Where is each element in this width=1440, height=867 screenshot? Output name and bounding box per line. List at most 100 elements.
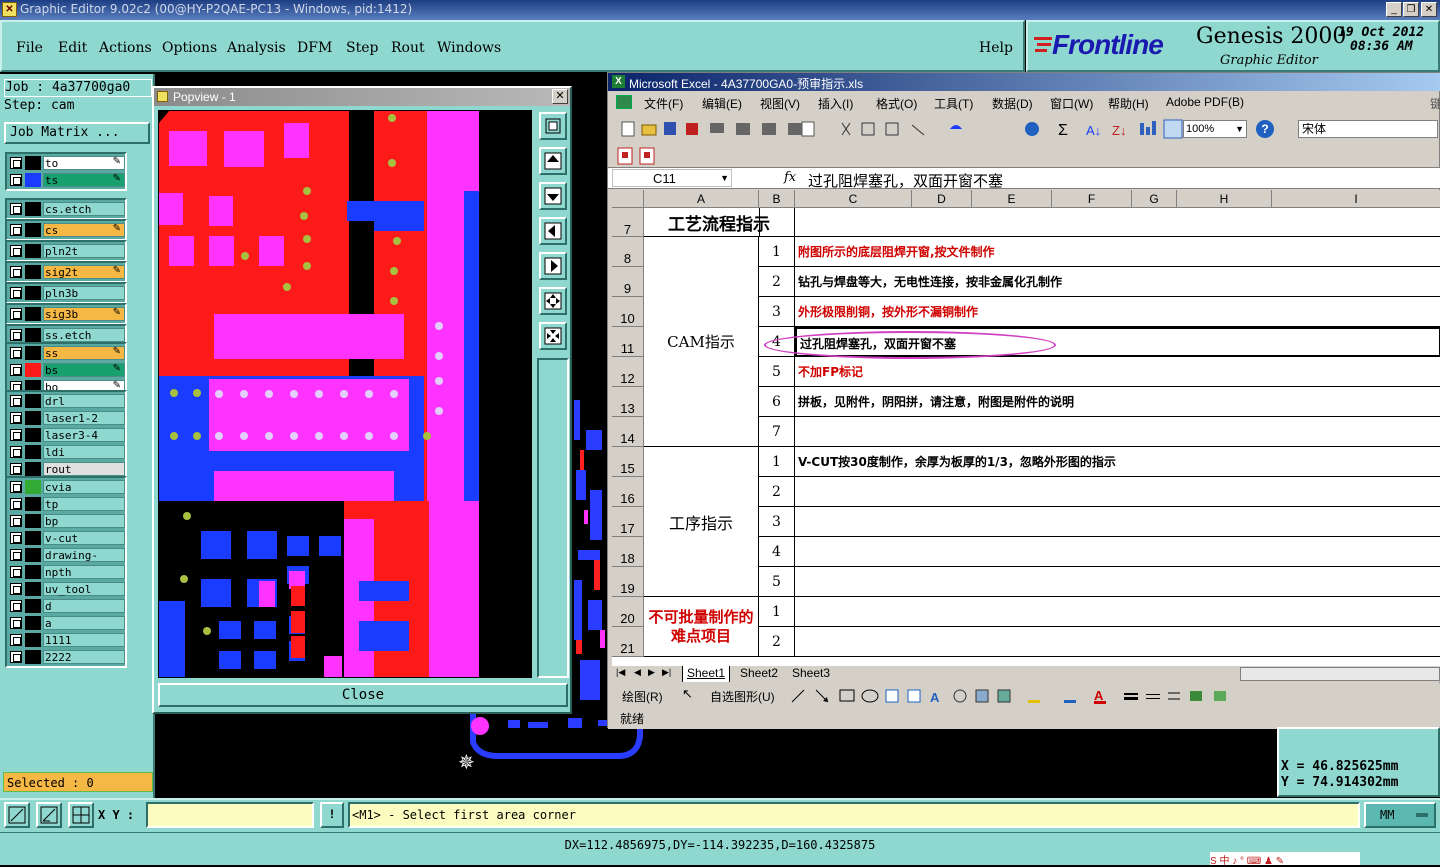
row-header[interactable]: 20 bbox=[612, 597, 644, 627]
layer-checkbox[interactable] bbox=[10, 429, 22, 441]
excel-menu-item[interactable]: 工具(T) bbox=[934, 95, 973, 112]
layer-color-swatch[interactable] bbox=[25, 445, 41, 459]
popview-zoom-out-button[interactable] bbox=[539, 287, 567, 315]
layer-row[interactable]: ss.etch bbox=[7, 327, 125, 343]
layer-color-swatch[interactable] bbox=[25, 223, 41, 237]
layer-row[interactable]: sig2t ✎ bbox=[7, 264, 125, 280]
instruction-cell[interactable] bbox=[795, 567, 1440, 597]
layer-checkbox[interactable] bbox=[10, 583, 22, 595]
excel-menu-item[interactable]: 视图(V) bbox=[760, 95, 800, 112]
column-header[interactable]: D bbox=[912, 190, 972, 208]
layer-row[interactable]: cs ✎ bbox=[7, 222, 125, 238]
instruction-cell[interactable] bbox=[795, 537, 1440, 567]
popview-zoom-in-button[interactable] bbox=[539, 322, 567, 350]
popview-pan-down-button[interactable] bbox=[539, 182, 567, 210]
layer-color-swatch[interactable] bbox=[25, 548, 41, 562]
item-number-cell[interactable]: 5 bbox=[759, 567, 795, 597]
draw-menu-button[interactable]: 绘图(R) bbox=[622, 688, 663, 705]
layer-name[interactable]: laser1-2 bbox=[43, 411, 125, 425]
menu-edit[interactable]: Edit bbox=[58, 40, 87, 56]
excel-zoom-box[interactable]: 100% ▼ bbox=[1183, 120, 1247, 138]
column-header[interactable]: F bbox=[1052, 190, 1132, 208]
instruction-cell[interactable] bbox=[795, 477, 1440, 507]
layer-row[interactable]: v-cut bbox=[7, 530, 125, 546]
layer-name[interactable]: v-cut bbox=[43, 531, 125, 545]
menu-windows[interactable]: Windows bbox=[437, 40, 501, 56]
layer-color-swatch[interactable] bbox=[25, 202, 41, 216]
layer-name[interactable]: rout bbox=[43, 462, 125, 476]
instruction-cell[interactable] bbox=[795, 417, 1440, 447]
layer-row[interactable]: laser1-2 bbox=[7, 410, 125, 426]
sheet-tab-3[interactable]: Sheet3 bbox=[788, 666, 834, 680]
layer-row[interactable]: 2222 bbox=[7, 649, 125, 665]
layer-row[interactable]: ts ✎ bbox=[7, 172, 125, 188]
layer-color-swatch[interactable] bbox=[25, 650, 41, 664]
column-header[interactable]: H bbox=[1177, 190, 1272, 208]
layer-row[interactable]: npth bbox=[7, 564, 125, 580]
help-circle-icon[interactable]: ? bbox=[1256, 120, 1274, 138]
layer-checkbox[interactable] bbox=[10, 498, 22, 510]
layer-name[interactable]: pln3b bbox=[43, 286, 125, 300]
row-header[interactable]: 9 bbox=[612, 267, 644, 297]
job-matrix-button[interactable]: Job Matrix ... bbox=[4, 122, 150, 144]
row-header[interactable]: 16 bbox=[612, 477, 644, 507]
alert-button[interactable]: ! bbox=[320, 802, 344, 828]
layer-color-swatch[interactable] bbox=[25, 265, 41, 279]
layer-name[interactable]: drawing-11.j bbox=[43, 548, 125, 576]
item-number-cell[interactable]: 1 bbox=[759, 447, 795, 477]
layer-checkbox[interactable] bbox=[10, 245, 22, 257]
item-number-cell[interactable]: 6 bbox=[759, 387, 795, 417]
column-header[interactable]: C bbox=[795, 190, 912, 208]
popview-canvas[interactable] bbox=[158, 110, 532, 678]
excel-menu-item[interactable]: 文件(F) bbox=[644, 95, 683, 112]
layer-color-swatch[interactable] bbox=[25, 599, 41, 613]
instruction-cell[interactable] bbox=[759, 208, 1440, 237]
layer-color-swatch[interactable] bbox=[25, 307, 41, 321]
layer-color-swatch[interactable] bbox=[25, 428, 41, 442]
layer-checkbox[interactable] bbox=[10, 481, 22, 493]
menu-analysis[interactable]: Analysis bbox=[227, 40, 286, 56]
layer-checkbox[interactable] bbox=[10, 329, 22, 341]
row-header[interactable]: 8 bbox=[612, 237, 644, 267]
horizontal-scrollbar[interactable] bbox=[1240, 667, 1440, 681]
group-label-process[interactable]: 工艺流程指示 bbox=[644, 208, 795, 237]
layer-name[interactable]: uv_tool bbox=[43, 582, 125, 596]
layer-color-swatch[interactable] bbox=[25, 328, 41, 342]
layer-color-swatch[interactable] bbox=[25, 497, 41, 511]
layer-checkbox[interactable] bbox=[10, 174, 22, 186]
layer-color-swatch[interactable] bbox=[25, 156, 41, 170]
row-header[interactable]: 19 bbox=[612, 567, 644, 597]
layer-checkbox[interactable] bbox=[10, 395, 22, 407]
item-number-cell[interactable]: 2 bbox=[759, 267, 795, 297]
layer-color-swatch[interactable] bbox=[25, 633, 41, 647]
popview-pan-right-button[interactable] bbox=[539, 252, 567, 280]
layer-color-swatch[interactable] bbox=[25, 286, 41, 300]
group-label-difficult[interactable]: 不可批量制作的难点项目 bbox=[644, 597, 759, 657]
layer-checkbox[interactable] bbox=[10, 287, 22, 299]
popview-pan-up-button[interactable] bbox=[539, 147, 567, 175]
layer-checkbox[interactable] bbox=[10, 532, 22, 544]
layer-name[interactable]: cvia bbox=[43, 480, 125, 494]
layer-checkbox[interactable] bbox=[10, 651, 22, 663]
item-number-cell[interactable]: 2 bbox=[759, 627, 795, 657]
layer-row[interactable]: sig3b ✎ bbox=[7, 306, 125, 322]
layer-checkbox[interactable] bbox=[10, 224, 22, 236]
layer-row[interactable]: pln3b bbox=[7, 285, 125, 301]
layer-checkbox[interactable] bbox=[10, 308, 22, 320]
layer-name[interactable]: pln2t bbox=[43, 244, 125, 258]
layer-checkbox[interactable] bbox=[10, 446, 22, 458]
excel-menu-item[interactable]: 编辑(E) bbox=[702, 95, 742, 112]
sheet-last-icon[interactable]: ▶| bbox=[662, 667, 671, 678]
layer-checkbox[interactable] bbox=[10, 600, 22, 612]
menu-options[interactable]: Options bbox=[162, 40, 217, 56]
layer-row[interactable]: cs.etch bbox=[7, 201, 125, 217]
column-header[interactable]: E bbox=[972, 190, 1052, 208]
menu-step[interactable]: Step bbox=[346, 40, 378, 56]
layer-checkbox[interactable] bbox=[10, 364, 22, 376]
layer-color-swatch[interactable] bbox=[25, 173, 41, 187]
layer-name[interactable]: ldi bbox=[43, 445, 125, 459]
layer-row[interactable]: cvia bbox=[7, 479, 125, 495]
excel-menu-item[interactable]: 帮助(H) bbox=[1108, 95, 1149, 112]
column-header[interactable]: I bbox=[1272, 190, 1440, 208]
ime-toolbar[interactable]: S 中 ♪ ° ⌨ ♟ ✎ bbox=[1210, 852, 1360, 867]
